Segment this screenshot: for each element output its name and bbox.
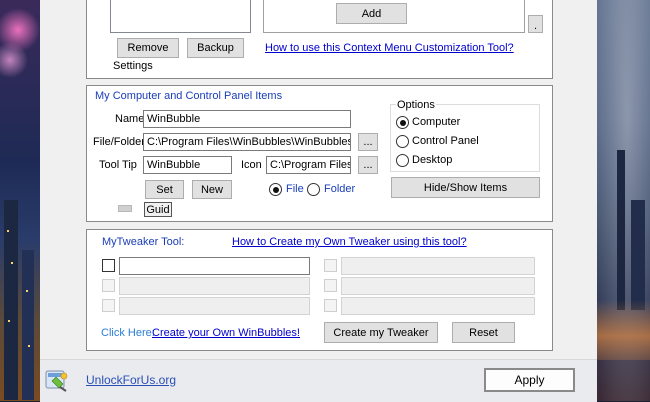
desktop-background-left [0,0,40,401]
city-light [11,262,13,264]
desktop-option-radio[interactable] [396,154,409,167]
city-light [26,290,28,292]
file-radio[interactable] [269,183,282,196]
file-folder-label: File/Folder [93,136,145,148]
tweak-input [341,277,535,295]
file-folder-browse-button[interactable]: ... [358,133,378,151]
options-title: Options [396,99,436,111]
city-light [28,345,30,347]
context-menu-list[interactable] [110,0,251,33]
tweak-checkbox [324,299,337,312]
create-my-tweaker-button[interactable]: Create my Tweaker [324,322,438,343]
icon-path-input[interactable]: C:\Program Files\ [266,156,351,174]
city-glow [597,300,650,360]
name-input[interactable]: WinBubble [143,110,351,128]
tooltip-input[interactable]: WinBubble [143,156,232,174]
desktop-option-label: Desktop [412,154,453,166]
file-radio-label: File [286,183,304,195]
desktop-background-right [597,0,650,401]
tweak-input [119,277,310,295]
tweak-checkbox[interactable] [102,259,115,272]
computer-option-label: Computer [412,116,461,128]
hide-show-items-button[interactable]: Hide/Show Items [391,177,540,198]
city-light [8,320,10,322]
city-light [7,230,9,232]
backup-button[interactable]: Backup [187,38,244,58]
building-silhouette [22,250,34,400]
tweak-input[interactable] [119,257,310,275]
remove-button[interactable]: Remove [117,38,179,58]
tweak-input [119,297,310,315]
computer-option-radio[interactable] [396,116,409,129]
set-button[interactable]: Set [145,180,184,199]
apply-button[interactable]: Apply [484,368,575,392]
create-winbubbles-link[interactable]: Create your Own WinBubbles! [152,327,300,339]
tweak-input [341,257,535,275]
folder-radio-label: Folder [324,183,356,195]
control-panel-option-label: Control Panel [412,135,479,147]
tweak-checkbox [324,279,337,292]
tweaker-help-link[interactable]: How to Create my Own Tweaker using this … [232,236,467,248]
control-panel-option-radio[interactable] [396,135,409,148]
new-button[interactable]: New [192,180,232,199]
folder-radio[interactable] [307,183,320,196]
tweak-checkbox [324,259,337,272]
icon-browse-button[interactable]: ... [358,156,378,174]
icon-label: Icon [241,159,262,171]
building-silhouette [617,150,625,310]
file-folder-input[interactable]: C:\Program Files\WinBubbles\WinBubbles.e… [143,133,351,151]
name-label: Name [115,113,145,125]
tooltip-label: Tool Tip [99,159,137,171]
tweak-checkbox [102,299,115,312]
winbubbles-logo-icon [44,367,70,393]
settings-label: Settings [113,60,153,72]
building-silhouette [631,200,645,310]
tweaker-title: MyTweaker Tool: [102,236,185,248]
tweak-input [341,297,535,315]
context-menu-help-link[interactable]: How to use this Context Menu Customizati… [265,42,514,54]
more-button[interactable]: . [528,15,543,33]
guid-indicator [118,205,132,212]
computer-items-title: My Computer and Control Panel Items [95,90,283,102]
reset-button[interactable]: Reset [452,322,515,343]
add-button[interactable]: Add [336,3,407,24]
tweak-checkbox [102,279,115,292]
click-here-label: Click Here: [101,327,155,339]
unlockforus-link[interactable]: UnlockForUs.org [86,373,176,387]
guid-button[interactable]: Guid [144,202,172,217]
